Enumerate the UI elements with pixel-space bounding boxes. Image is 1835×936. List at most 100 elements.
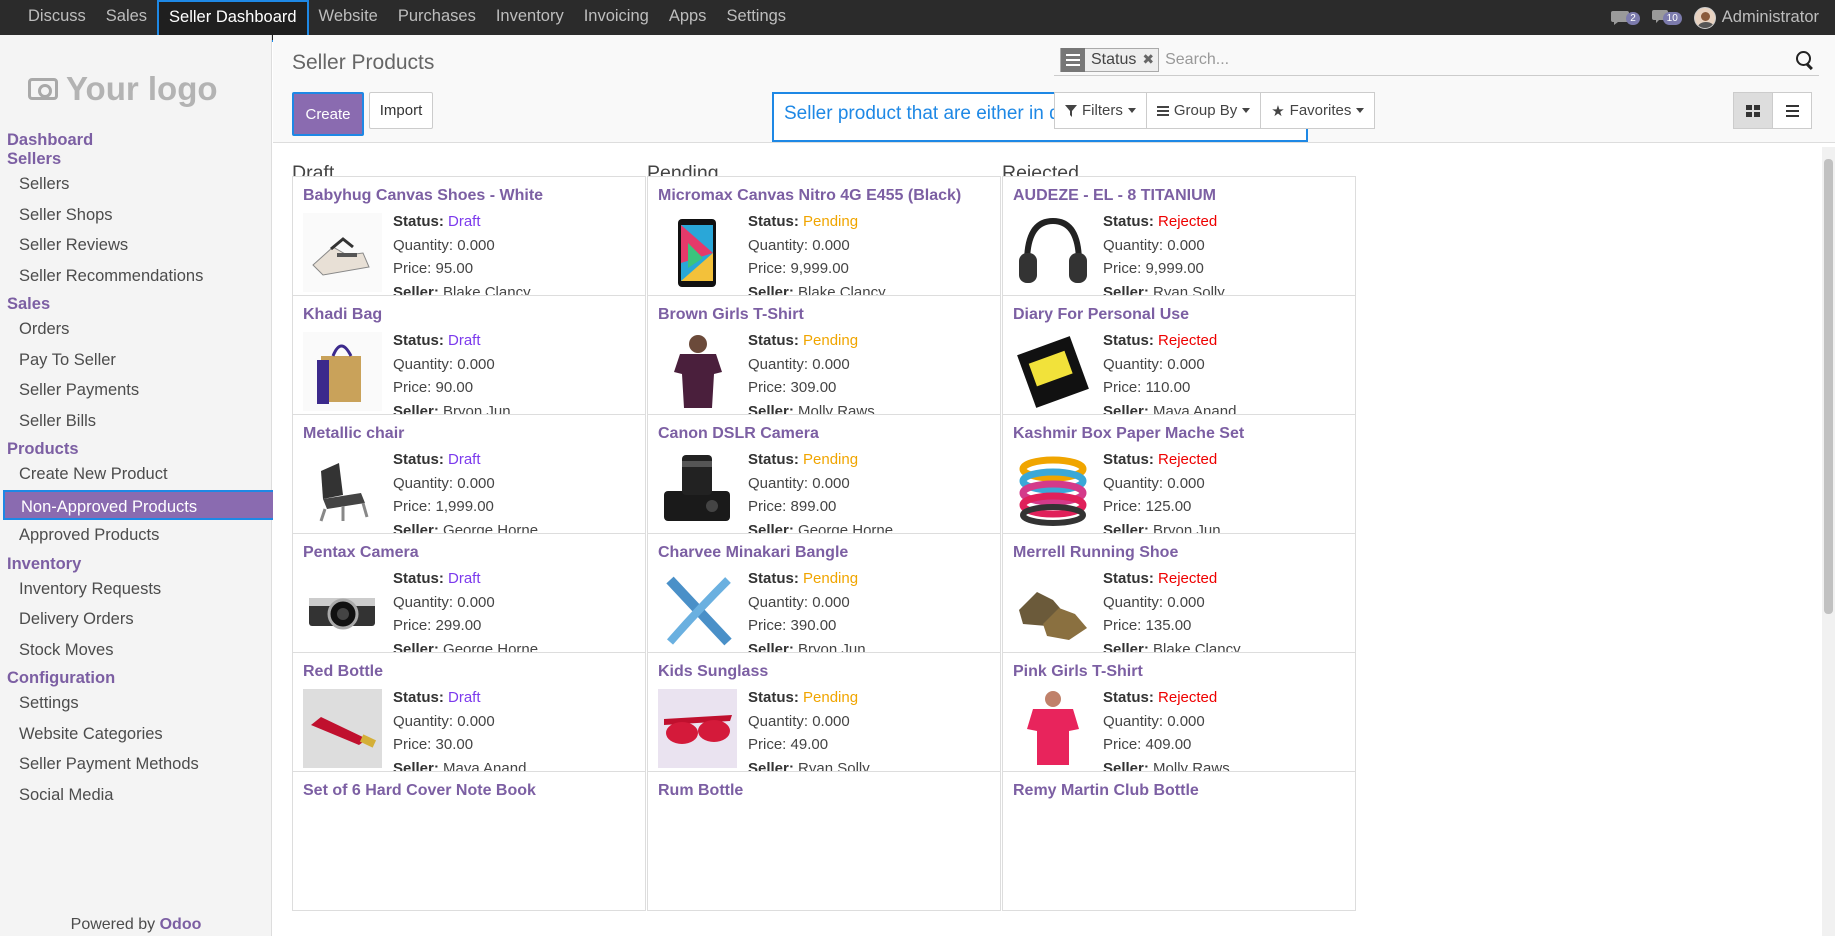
sidebar-item-seller-reviews[interactable]: Seller Reviews (0, 230, 272, 261)
sidebar-item-seller-recommendations[interactable]: Seller Recommendations (0, 261, 272, 292)
price-value: 110.00 (1145, 379, 1191, 396)
sidebar-section-sellers[interactable]: Sellers (0, 150, 272, 169)
product-name[interactable]: AUDEZE - EL - 8 TITANIUM (1013, 187, 1216, 205)
product-name[interactable]: Pink Girls T-Shirt (1013, 663, 1143, 681)
sidebar-item-create-new-product[interactable]: Create New Product (0, 459, 272, 490)
company-logo[interactable]: Your logo (28, 59, 248, 119)
favorites-button[interactable]: ★ Favorites (1260, 92, 1376, 129)
quantity-value: 0.000 (1167, 593, 1205, 611)
sidebar-item-seller-payment-methods[interactable]: Seller Payment Methods (0, 749, 272, 780)
product-name[interactable]: Brown Girls T-Shirt (658, 306, 804, 324)
status-line: Status: Draft (393, 210, 531, 234)
product-name[interactable]: Set of 6 Hard Cover Note Book (303, 782, 536, 800)
sidebar-item-seller-payments[interactable]: Seller Payments (0, 375, 272, 406)
status-value: Pending (803, 570, 859, 587)
powered-by-brand[interactable]: Odoo (160, 916, 202, 933)
product-name[interactable]: Kashmir Box Paper Mache Set (1013, 425, 1244, 443)
group-by-button[interactable]: Group By (1145, 92, 1262, 129)
sidebar-item-delivery-orders[interactable]: Delivery Orders (0, 604, 272, 635)
status-line: Status: Rejected (1103, 567, 1241, 591)
list-icon (1785, 104, 1799, 117)
sidebar-item-seller-shops[interactable]: Seller Shops (0, 200, 272, 231)
sidebar-item-sellers[interactable]: Sellers (0, 169, 272, 200)
messages-badge: 10 (1662, 11, 1682, 25)
status-label: Status: (393, 213, 444, 230)
price-label: Price: (1103, 736, 1142, 753)
product-name[interactable]: Pentax Camera (303, 544, 419, 562)
quantity-line: Quantity: 0.000 (1103, 591, 1241, 615)
product-name[interactable]: Canon DSLR Camera (658, 425, 819, 443)
menu-discuss[interactable]: Discuss (18, 0, 96, 35)
menu-invoicing[interactable]: Invoicing (574, 0, 659, 35)
product-card[interactable]: Remy Martin Club Bottle (1002, 771, 1356, 911)
sidebar-section-configuration[interactable]: Configuration (0, 669, 272, 688)
status-facet[interactable]: Status ✖ (1060, 47, 1160, 72)
sidebar-section-sales[interactable]: Sales (0, 295, 272, 314)
product-name[interactable]: Rum Bottle (658, 782, 743, 800)
search-icon[interactable] (1795, 50, 1815, 70)
powered-by-text: Powered by (70, 916, 156, 933)
sidebar-item-pay-to-seller[interactable]: Pay To Seller (0, 345, 272, 376)
price-label: Price: (393, 379, 432, 396)
sidebar-item-seller-bills[interactable]: Seller Bills (0, 406, 272, 437)
search-input[interactable]: Search... (1159, 51, 1795, 69)
user-menu[interactable]: Administrator (1693, 6, 1819, 29)
product-name[interactable]: Charvee Minakari Bangle (658, 544, 848, 562)
product-image (1013, 570, 1092, 649)
sidebar-item-social-media[interactable]: Social Media (0, 780, 272, 811)
scrollbar-thumb[interactable] (1824, 159, 1833, 614)
quantity-value: 0.000 (812, 593, 850, 611)
sidebar-item-stock-moves[interactable]: Stock Moves (0, 635, 272, 666)
sidebar-section-products[interactable]: Products (0, 440, 272, 459)
menu-settings[interactable]: Settings (716, 0, 796, 35)
price-value: 299.00 (435, 617, 482, 634)
menu-apps[interactable]: Apps (659, 0, 717, 35)
product-name[interactable]: Metallic chair (303, 425, 404, 443)
product-details: Status: Draft Quantity: 0.000 Price: 299.0… (393, 567, 538, 661)
kanban-view-button[interactable] (1733, 92, 1773, 129)
product-name[interactable]: Micromax Canvas Nitro 4G E455 (Black) (658, 187, 961, 205)
status-value: Rejected (1158, 570, 1218, 587)
remove-facet-icon[interactable]: ✖ (1142, 51, 1158, 68)
product-name[interactable]: Kids Sunglass (658, 663, 768, 681)
filters-button[interactable]: Filters (1054, 92, 1147, 129)
product-name[interactable]: Remy Martin Club Bottle (1013, 782, 1199, 800)
menu-website[interactable]: Website (309, 0, 388, 35)
sidebar-item-orders[interactable]: Orders (0, 314, 272, 345)
product-name[interactable]: Red Bottle (303, 663, 383, 681)
product-card[interactable]: Rum Bottle (647, 771, 1001, 911)
quantity-line: Quantity: 0.000 (1103, 234, 1225, 258)
create-button[interactable]: Create (292, 92, 364, 136)
product-name[interactable]: Khadi Bag (303, 306, 382, 324)
messages-icon[interactable]: 10 (1651, 8, 1682, 28)
scrollbar[interactable] (1822, 147, 1835, 936)
quantity-value: 0.000 (1167, 236, 1205, 254)
sidebar-section-inventory[interactable]: Inventory (0, 555, 272, 574)
import-button[interactable]: Import (369, 92, 433, 129)
sidebar-item-approved-products[interactable]: Approved Products (0, 520, 272, 551)
price-value: 49.00 (790, 736, 829, 753)
product-name[interactable]: Diary For Personal Use (1013, 306, 1189, 324)
chat-icon[interactable]: 2 (1610, 8, 1640, 28)
status-value: Draft (448, 451, 481, 468)
product-image (658, 689, 737, 768)
avatar (1693, 6, 1716, 29)
menu-sales[interactable]: Sales (96, 0, 157, 35)
sidebar-section-dashboard[interactable]: Dashboard (0, 131, 272, 150)
menu-purchases[interactable]: Purchases (388, 0, 486, 35)
status-value: Rejected (1158, 689, 1218, 706)
sidebar-item-website-categories[interactable]: Website Categories (0, 719, 272, 750)
quantity-line: Quantity: 0.000 (393, 234, 531, 258)
product-name[interactable]: Merrell Running Shoe (1013, 544, 1178, 562)
sidebar-item-non-approved-products[interactable]: Non-Approved Products (3, 489, 278, 520)
status-line: Status: Rejected (1103, 686, 1230, 710)
sidebar-item-settings[interactable]: Settings (0, 688, 272, 719)
quantity-label: Quantity: (1103, 236, 1164, 254)
sidebar-item-inventory-requests[interactable]: Inventory Requests (0, 574, 272, 605)
quantity-line: Quantity: 0.000 (1103, 472, 1221, 496)
product-name[interactable]: Babyhug Canvas Shoes - White (303, 187, 543, 205)
product-card[interactable]: Set of 6 Hard Cover Note Book (292, 771, 646, 911)
menu-inventory[interactable]: Inventory (486, 0, 574, 35)
list-view-button[interactable] (1772, 92, 1812, 129)
price-label: Price: (393, 617, 432, 634)
